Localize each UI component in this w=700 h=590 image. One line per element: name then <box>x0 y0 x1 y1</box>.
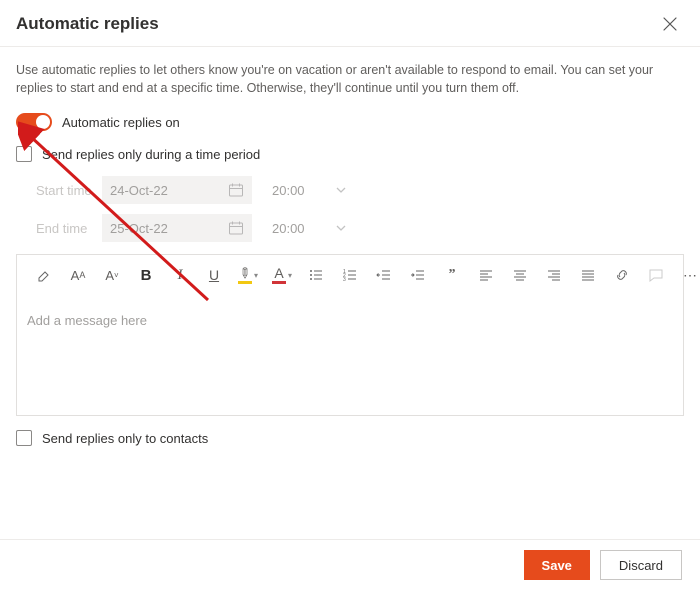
close-icon <box>663 17 677 31</box>
font-size-down-button[interactable]: A˅ <box>100 263 124 287</box>
chevron-down-icon <box>335 184 347 196</box>
outdent-button[interactable] <box>372 263 396 287</box>
start-date-value: 24-Oct-22 <box>110 183 168 198</box>
close-button[interactable] <box>656 10 684 38</box>
message-editor: AA A˅ B I U ✎▾ A▾ 123 ” <box>16 254 684 416</box>
divider <box>0 46 700 47</box>
dialog-footer: Save Discard <box>0 539 700 590</box>
calendar-icon <box>228 220 244 236</box>
end-time-label: End time <box>36 221 102 236</box>
save-button[interactable]: Save <box>524 550 590 580</box>
more-button[interactable]: ⋯ <box>678 263 700 287</box>
quote-button[interactable]: ” <box>440 263 464 287</box>
underline-button[interactable]: U <box>202 263 226 287</box>
page-title: Automatic replies <box>16 14 159 34</box>
contacts-only-checkbox-label: Send replies only to contacts <box>42 431 208 446</box>
start-date-input[interactable]: 24-Oct-22 <box>102 176 252 204</box>
bold-button[interactable]: B <box>134 263 158 287</box>
time-period-block: Start time 24-Oct-22 20:00 End time 25-O… <box>36 176 684 242</box>
start-time-select[interactable]: 20:00 <box>272 183 347 198</box>
indent-button[interactable] <box>406 263 430 287</box>
align-left-icon <box>478 267 494 283</box>
align-right-icon <box>546 267 562 283</box>
discard-button[interactable]: Discard <box>600 550 682 580</box>
align-justify-button[interactable] <box>576 263 600 287</box>
font-size-up-button[interactable]: AA <box>66 263 90 287</box>
link-icon <box>614 267 630 283</box>
bullets-icon <box>308 267 324 283</box>
numbering-button[interactable]: 123 <box>338 263 362 287</box>
end-date-value: 25-Oct-22 <box>110 221 168 236</box>
italic-button[interactable]: I <box>168 263 192 287</box>
align-left-button[interactable] <box>474 263 498 287</box>
editor-toolbar: AA A˅ B I U ✎▾ A▾ 123 ” <box>17 255 683 295</box>
emoji-button[interactable] <box>644 263 668 287</box>
auto-replies-toggle[interactable] <box>16 113 52 131</box>
bullets-button[interactable] <box>304 263 328 287</box>
end-time-select[interactable]: 20:00 <box>272 221 347 236</box>
calendar-icon <box>228 182 244 198</box>
chevron-down-icon <box>335 222 347 234</box>
end-date-input[interactable]: 25-Oct-22 <box>102 214 252 242</box>
auto-replies-toggle-label: Automatic replies on <box>62 115 180 130</box>
outdent-icon <box>376 267 392 283</box>
font-color-button[interactable]: A▾ <box>270 263 294 287</box>
start-time-value: 20:00 <box>272 183 305 198</box>
time-period-checkbox-label: Send replies only during a time period <box>42 147 260 162</box>
contacts-only-checkbox[interactable] <box>16 430 32 446</box>
numbering-icon: 123 <box>342 267 358 283</box>
start-time-label: Start time <box>36 183 102 198</box>
chat-icon <box>648 267 664 283</box>
link-button[interactable] <box>610 263 634 287</box>
eraser-icon <box>36 267 52 283</box>
toggle-knob <box>36 115 50 129</box>
highlight-button[interactable]: ✎▾ <box>236 263 260 287</box>
svg-text:3: 3 <box>343 277 346 283</box>
indent-icon <box>410 267 426 283</box>
align-center-icon <box>512 267 528 283</box>
end-time-value: 20:00 <box>272 221 305 236</box>
align-center-button[interactable] <box>508 263 532 287</box>
time-period-checkbox[interactable] <box>16 146 32 162</box>
align-right-button[interactable] <box>542 263 566 287</box>
description-text: Use automatic replies to let others know… <box>16 61 684 97</box>
message-textarea[interactable]: Add a message here <box>17 295 683 415</box>
align-justify-icon <box>580 267 596 283</box>
clear-format-button[interactable] <box>32 263 56 287</box>
